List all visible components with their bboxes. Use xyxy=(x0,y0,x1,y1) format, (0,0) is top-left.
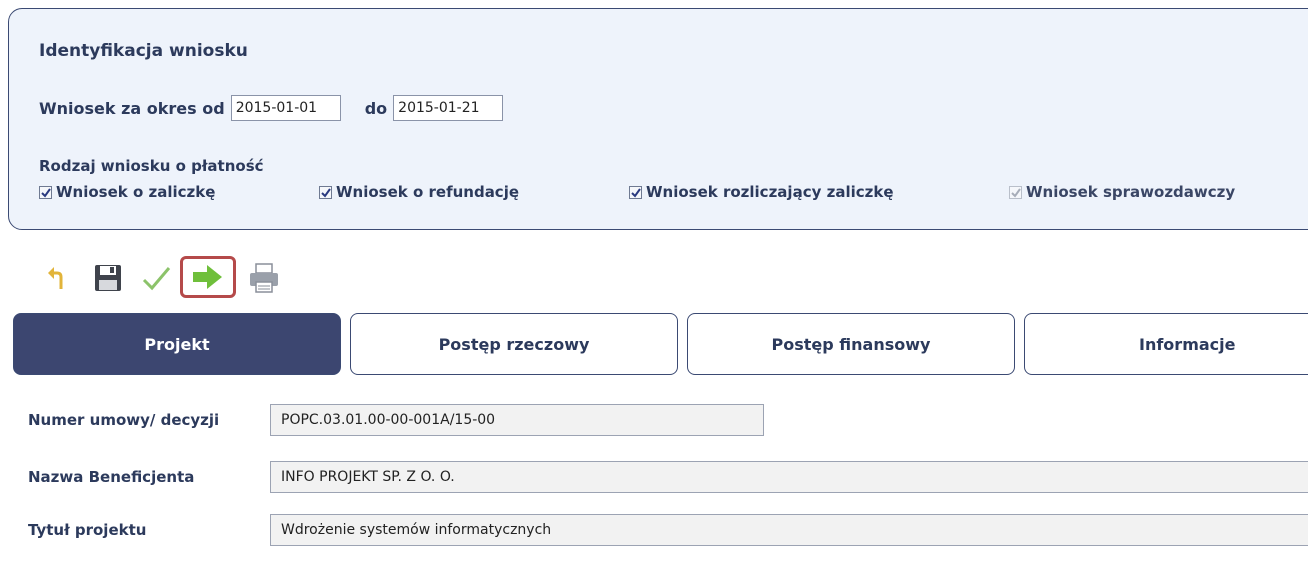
beneficiary-field: INFO PROJEKT SP. Z O. O. xyxy=(270,461,1308,493)
tab-label: Postęp finansowy xyxy=(771,334,931,354)
print-button[interactable] xyxy=(244,258,284,298)
payment-type-title: Rodzaj wniosku o płatność xyxy=(39,157,264,175)
checkbox-label: Wniosek rozliczający zaliczkę xyxy=(646,183,894,201)
checkbox-report: Wniosek sprawozdawczy xyxy=(1009,183,1235,201)
contract-number-label: Numer umowy/ decyzji xyxy=(28,411,220,429)
checkbox-advance-settlement[interactable]: Wniosek rozliczający zaliczkę xyxy=(629,183,894,201)
payment-type-checkboxes: Wniosek o zaliczkę Wniosek o refundację … xyxy=(39,183,1308,207)
submit-button[interactable] xyxy=(180,256,236,298)
period-to-label: do xyxy=(364,98,388,118)
checkbox-label: Wniosek sprawozdawczy xyxy=(1026,183,1236,201)
toolbar xyxy=(40,256,300,298)
period-from-input[interactable] xyxy=(230,95,341,121)
tab-label: Informacje xyxy=(1139,334,1236,354)
tab-label: Projekt xyxy=(144,334,210,354)
period-from-label: Wniosek za okres od xyxy=(39,98,225,118)
checkbox-refund[interactable]: Wniosek o refundację xyxy=(319,183,519,201)
checkbox-checked-icon[interactable] xyxy=(319,185,332,199)
checkbox-advance[interactable]: Wniosek o zaliczkę xyxy=(39,183,215,201)
checkbox-checked-disabled-icon xyxy=(1009,185,1022,199)
checkbox-label: Wniosek o zaliczkę xyxy=(56,183,216,201)
tab-postep-finansowy[interactable]: Postęp finansowy xyxy=(687,313,1015,375)
application-window: Identyfikacja wniosku Wniosek za okres o… xyxy=(0,0,1308,566)
tab-informacje[interactable]: Informacje xyxy=(1024,313,1308,375)
submit-arrow-icon xyxy=(193,265,222,289)
save-button[interactable] xyxy=(88,258,128,298)
tab-postep-rzeczowy[interactable]: Postęp rzeczowy xyxy=(350,313,678,375)
tab-projekt[interactable]: Projekt xyxy=(13,313,341,375)
undo-icon xyxy=(48,267,63,289)
checkbox-checked-icon[interactable] xyxy=(629,185,642,199)
period-to-input[interactable] xyxy=(393,95,504,121)
save-icon xyxy=(95,265,121,291)
tab-label: Postęp rzeczowy xyxy=(438,334,590,354)
contract-number-field: POPC.03.01.00-00-001A/15-00 xyxy=(270,404,764,436)
identification-title: Identyfikacja wniosku xyxy=(39,41,248,61)
validate-button[interactable] xyxy=(136,258,176,298)
checkbox-checked-icon[interactable] xyxy=(39,185,52,199)
identification-panel: Identyfikacja wniosku Wniosek za okres o… xyxy=(8,8,1308,230)
project-title-label: Tytuł projektu xyxy=(28,521,147,539)
undo-button[interactable] xyxy=(40,258,80,298)
print-icon xyxy=(250,263,278,293)
project-title-field: Wdrożenie systemów informatycznych xyxy=(270,514,1308,546)
beneficiary-label: Nazwa Beneficjenta xyxy=(28,468,195,486)
validate-check-icon xyxy=(142,267,171,291)
checkbox-label: Wniosek o refundację xyxy=(336,183,520,201)
period-row: Wniosek za okres od do xyxy=(39,91,504,125)
